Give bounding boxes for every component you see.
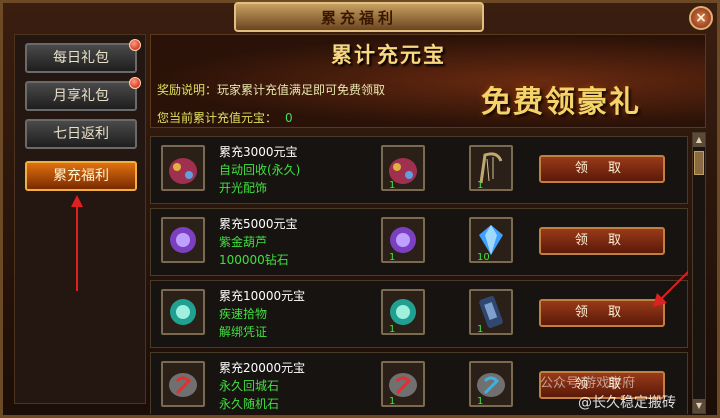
red-arrow-icon [71, 195, 83, 291]
orb-icon [170, 299, 196, 325]
stone-icon [169, 373, 197, 397]
reward-row: 累充5000元宝 紫金葫芦 100000钻石 1 10 领 取 [150, 208, 688, 276]
current-recharge: 您当前累计充值元宝： 0 [157, 109, 293, 126]
sidebar-item-daily-gift[interactable]: 每日礼包 [25, 39, 141, 73]
reward-item-slot[interactable]: 10 [469, 217, 513, 263]
reward-preview-slot[interactable] [161, 145, 205, 191]
sidebar-item-seven-day-rebate[interactable]: 七日返利 [25, 119, 137, 149]
item-quantity: 10 [477, 252, 490, 263]
scroll-down-icon[interactable]: ▼ [693, 399, 705, 413]
reward-item-slot[interactable]: 1 [381, 217, 425, 263]
item-quantity: 1 [389, 324, 396, 335]
red-arrow-icon [653, 270, 688, 307]
description-label: 奖励说明： [157, 83, 218, 97]
item-quantity: 1 [389, 252, 396, 263]
scroll-thumb[interactable] [694, 151, 704, 175]
reward-title: 累充10000元宝 [219, 289, 306, 303]
claim-button[interactable]: 领 取 [539, 299, 665, 327]
sidebar-item-cumulative-recharge[interactable]: 累充福利 [25, 161, 137, 191]
item-quantity: 1 [389, 180, 396, 191]
reward-line: 解绑凭证 [219, 325, 268, 339]
watermark-handle: @长久稳定搬砖 [578, 395, 676, 411]
reward-row: 累充3000元宝 自动回收(永久) 开光配饰 1 1 领 取 [150, 136, 688, 204]
sidebar-item-monthly-gift[interactable]: 月享礼包 [25, 77, 141, 111]
sidebar: 每日礼包 月享礼包 七日返利 累充福利 [14, 34, 146, 404]
banner-title: 累计充元宝 [331, 42, 446, 67]
reward-line: 永久回城石 [219, 379, 280, 393]
bag-icon [169, 158, 197, 184]
reward-line: 开光配饰 [219, 181, 268, 195]
current-recharge-label: 您当前累计充值元宝： [157, 111, 278, 125]
reward-preview-slot[interactable] [161, 217, 205, 263]
item-quantity: 1 [477, 180, 484, 191]
watermark-text: 公众号·游戏学府 [540, 376, 636, 391]
sidebar-item-label: 月享礼包 [53, 88, 109, 104]
reward-row: 累充10000元宝 疾速拾物 解绑凭证 1 1 领 取 [150, 270, 688, 348]
reward-item-slot[interactable]: 1 [469, 145, 513, 191]
notification-dot-icon [129, 77, 141, 89]
reward-title: 累充5000元宝 [219, 217, 298, 231]
scroll-up-icon[interactable]: ▲ [693, 133, 705, 147]
notification-dot-icon [129, 39, 141, 51]
scrollbar[interactable]: ▲ ▼ [692, 132, 706, 414]
claim-button[interactable]: 领 取 [539, 227, 665, 255]
reward-preview-slot[interactable] [161, 289, 205, 335]
reward-title: 累充3000元宝 [219, 145, 298, 159]
item-quantity: 1 [477, 324, 484, 335]
sidebar-item-label: 每日礼包 [53, 50, 109, 66]
reward-line: 自动回收(永久) [219, 163, 301, 177]
reward-line: 疾速拾物 [219, 307, 268, 321]
item-quantity: 1 [477, 396, 484, 407]
reward-item-slot[interactable]: 1 [381, 361, 425, 407]
sidebar-item-label: 七日返利 [53, 126, 109, 142]
close-icon[interactable]: × [689, 6, 713, 30]
description-text: 玩家累计充值满足即可免费领取 [217, 83, 386, 97]
reward-line: 紫金葫芦 [219, 235, 268, 249]
banner: 累计充元宝 免费领豪礼 奖励说明：玩家累计充值满足即可免费领取 您当前累计充值元… [150, 34, 706, 128]
reward-line: 100000钻石 [219, 253, 289, 267]
reward-item-slot[interactable]: 1 [381, 145, 425, 191]
reward-description: 奖励说明：玩家累计充值满足即可免费领取 [157, 81, 385, 98]
window-title: 累充福利 [234, 2, 484, 32]
reward-item-slot[interactable]: 1 [381, 289, 425, 335]
current-recharge-value: 0 [285, 111, 293, 125]
banner-slogan: 免费领豪礼 [481, 85, 641, 120]
item-quantity: 1 [389, 396, 396, 407]
reward-line: 永久随机石 [219, 397, 280, 411]
orb-icon [170, 227, 196, 253]
reward-title: 累充20000元宝 [219, 361, 306, 375]
reward-preview-slot[interactable] [161, 361, 205, 407]
reward-item-slot[interactable]: 1 [469, 361, 513, 407]
claim-button[interactable]: 领 取 [539, 155, 665, 183]
sidebar-item-label: 累充福利 [53, 168, 109, 184]
reward-item-slot[interactable]: 1 [469, 289, 513, 335]
